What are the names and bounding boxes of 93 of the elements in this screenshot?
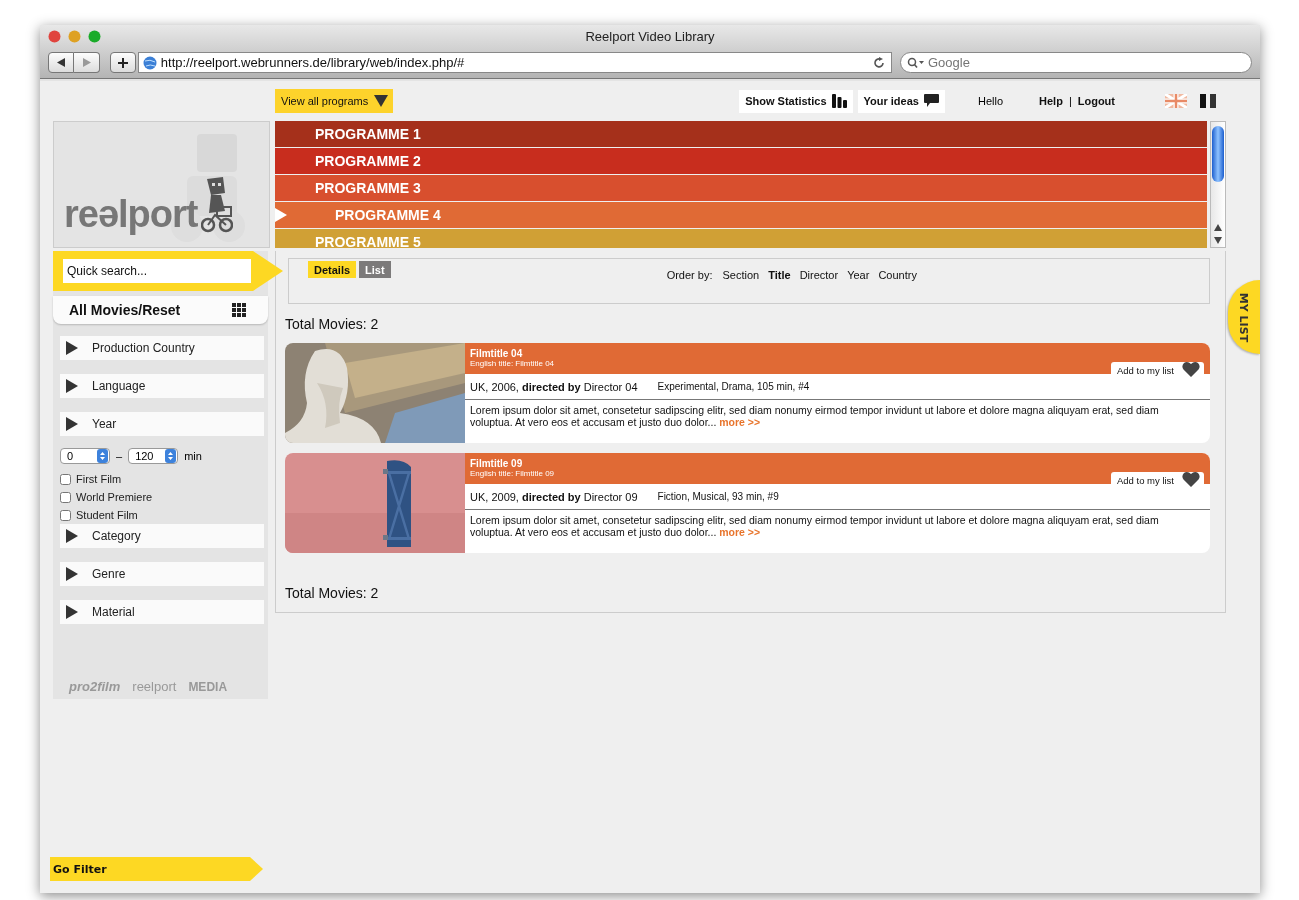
view-tab[interactable]: Details [308,261,357,278]
your-ideas-button[interactable]: Your ideas [857,89,945,113]
cyclist-drawing [201,177,234,233]
stepper-icon [165,449,177,463]
my-list-tab[interactable]: MY LIST [1228,280,1260,354]
checkbox-label: Student Film [76,509,138,521]
checkbox-label: World Premiere [76,491,153,503]
add-to-list-button[interactable]: Add to my list [1110,362,1204,378]
address-field[interactable]: http://reelport.webrunners.de/library/web/index.php/# [137,52,892,73]
view-tab[interactable]: List [359,261,391,278]
sort-link[interactable]: Section [722,269,760,281]
partner-logo: reelport [132,679,177,694]
search-field[interactable]: Google [900,52,1252,73]
window-light-icon [48,29,61,43]
total-count: Total Movies: 2 [285,585,380,601]
add-bookmark-button[interactable] [110,52,136,73]
filter-section[interactable]: Language [60,374,264,398]
caret-icon [374,95,389,107]
triangle-icon [66,379,78,393]
quick-search-field[interactable]: Quick search... [63,259,251,283]
movie-description: Lorem ipsum dolor sit amet, consetetur sadipscing elitr, sed diam nonumy eirmod tempor invidunt ut labore et dolore magna aliquyam erat, sed diam voluptua. At vero eos et accusam et justo duo dolor... more >> [470,514,1160,538]
movie-title: Filmtitle 09 [470,458,524,469]
movie-credits: UK, 2006, directed by Director 04 [470,380,638,393]
programme-item[interactable]: PROGRAMME 2 [275,148,1207,174]
programme-item[interactable]: PROGRAMME 1 [275,121,1207,147]
window-title: Reelport Video Library [585,28,715,44]
sort-link[interactable]: Title [768,269,791,281]
triangle-icon [66,529,78,543]
pointer-icon [275,208,287,222]
filter-section[interactable]: Category [60,524,264,548]
search-icon [907,57,925,69]
add-to-list-button[interactable]: Add to my list [1110,472,1204,488]
movie-details: Experimental, Drama, 105 min, #4 [657,381,810,392]
stepper-icon [97,449,108,463]
unit-label: min [184,450,202,462]
triangle-icon [66,567,78,581]
dash-text: – [116,450,123,462]
movie-credits: UK, 2009, directed by Director 09 [470,490,638,503]
greeting-text: Hello [977,95,1004,107]
separator-text: | [1068,95,1072,107]
filter-section[interactable]: Production Country [60,336,264,360]
english-title: English title: Filmtitle 09 [470,469,555,478]
partner-logo: MEDIA [188,679,228,694]
sort-link[interactable]: Year [847,269,870,281]
logo-wordmark: reəlport [64,195,198,233]
back-button[interactable] [48,52,74,73]
flag-icon [1200,94,1216,108]
movie-details: Fiction, Musical, 93 min, #9 [657,491,779,502]
window-light-icon [88,29,101,43]
reload-icon [873,56,885,69]
scroll-down-icon [1214,237,1222,244]
duration-select[interactable]: 0 [60,448,110,464]
checkbox[interactable] [60,473,71,485]
english-title: English title: Filmtitle 04 [470,359,555,368]
triangle-icon [66,605,78,619]
partner-logo: pro2film [69,679,121,694]
checkbox[interactable] [60,509,71,521]
checkbox[interactable] [60,491,71,503]
help-link[interactable]: Help [1039,95,1063,107]
go-filter-button[interactable]: Go Filter [50,857,263,881]
bar-chart-icon [831,94,847,108]
movie-title: Filmtitle 04 [470,348,524,359]
programme-item[interactable]: PROGRAMME 3 [275,175,1207,201]
checkbox-label: First Film [76,473,122,485]
show-statistics-button[interactable]: Show Statistics [739,89,853,113]
forward-icon [82,58,91,67]
total-count: Total Movies: 2 [285,316,380,332]
view-all-programs-button[interactable]: View all programs [275,89,394,113]
sort-link[interactable]: Country [878,269,917,281]
scroll-up-icon [1214,224,1222,231]
window-light-icon [68,29,81,43]
flag-icon [1165,94,1187,108]
filter-section[interactable]: Genre [60,562,264,586]
back-icon [57,58,65,67]
reset-button[interactable]: All Movies/Reset [53,296,268,324]
globe-icon [142,55,157,70]
filter-section[interactable]: Year [60,412,264,436]
filter-section[interactable]: Material [60,600,264,624]
plus-icon [117,57,128,68]
sort-link[interactable]: Director [799,269,839,281]
scrollbar[interactable] [1210,121,1226,248]
scroll-thumb[interactable] [1212,126,1224,182]
heart-plus-icon [1182,471,1202,489]
order-by-label: Order by: [666,269,713,281]
forward-button[interactable] [74,52,100,73]
triangle-icon [66,417,78,431]
speech-bubble-icon [923,94,939,108]
grid-icon [232,303,246,317]
heart-plus-icon [1182,361,1202,379]
movie-description: Lorem ipsum dolor sit amet, consetetur sadipscing elitr, sed diam nonumy eirmod tempor invidunt ut labore et dolore magna aliquyam erat, sed diam voluptua. At vero eos et accusam et justo duo dolor... more >> [470,404,1160,428]
duration-select[interactable]: 120 [128,448,179,464]
logout-link[interactable]: Logout [1077,95,1115,107]
triangle-icon [66,341,78,355]
